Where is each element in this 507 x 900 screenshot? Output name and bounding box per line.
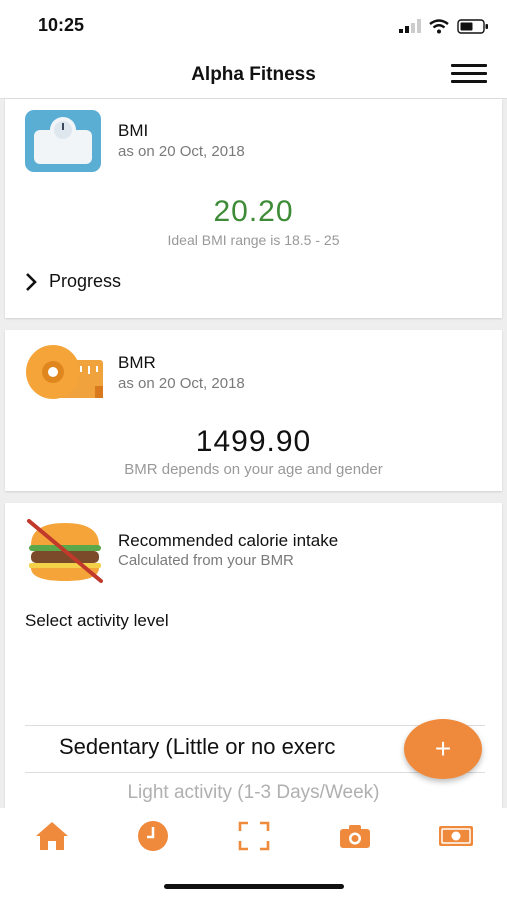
- add-fab-button[interactable]: +: [404, 719, 482, 779]
- bmi-date: as on 20 Oct, 2018: [118, 143, 245, 160]
- status-bar: 10:25: [0, 0, 507, 50]
- bmr-value: 1499.90: [195, 425, 312, 458]
- home-icon[interactable]: [32, 820, 72, 852]
- status-icons: [399, 16, 489, 36]
- hamburger-menu-icon[interactable]: [451, 64, 487, 84]
- bmr-title: BMR: [118, 353, 156, 372]
- bmr-note: BMR depends on your age and gender: [124, 461, 383, 478]
- money-icon[interactable]: [436, 820, 476, 852]
- bmi-card: BMI as on 20 Oct, 2018 20.20 Ideal BMI r…: [5, 99, 502, 318]
- weighing-scale-icon: [25, 110, 101, 177]
- battery-icon: [457, 18, 488, 34]
- bmi-range-note: Ideal BMI range is 18.5 - 25: [167, 232, 340, 248]
- bmr-date: as on 20 Oct, 2018: [118, 375, 245, 392]
- progress-link[interactable]: Progress: [25, 271, 121, 292]
- bmi-title: BMI: [118, 121, 149, 140]
- picker-divider-bottom: [25, 772, 485, 773]
- camera-icon[interactable]: [335, 820, 375, 852]
- app-title: Alpha Fitness: [191, 64, 316, 85]
- activity-option[interactable]: Light activity (1-3 Days/Week): [5, 782, 502, 804]
- calorie-subtitle: Calculated from your BMR: [118, 552, 294, 569]
- cellular-signal-icon: [399, 19, 421, 33]
- status-time: 10:25: [38, 15, 85, 35]
- bmi-value: 20.20: [213, 195, 294, 228]
- measuring-tape-icon: [25, 344, 105, 405]
- app-header: Alpha Fitness: [0, 50, 507, 99]
- activity-level-label: Select activity level: [25, 611, 169, 630]
- home-indicator[interactable]: [164, 884, 344, 889]
- wifi-icon: [429, 18, 449, 33]
- scan-frame-icon[interactable]: [234, 820, 274, 852]
- clock-icon[interactable]: [133, 820, 173, 852]
- chevron-right-icon: [26, 272, 37, 291]
- bmr-card: BMR as on 20 Oct, 2018 1499.90 BMR depen…: [5, 330, 502, 491]
- no-burger-icon: [25, 519, 105, 588]
- progress-label: Progress: [49, 271, 122, 291]
- calorie-title: Recommended calorie intake: [118, 531, 339, 550]
